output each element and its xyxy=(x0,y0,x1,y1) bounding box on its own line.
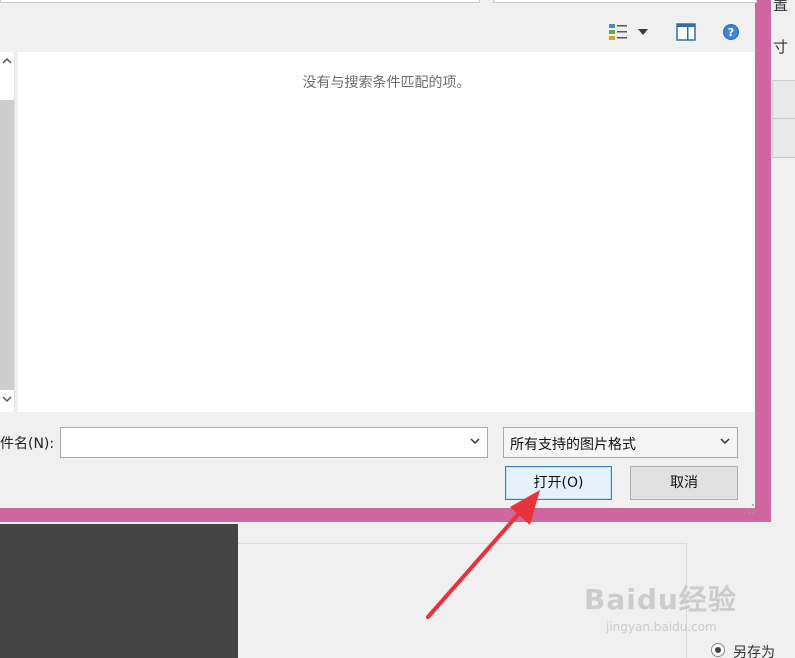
watermark-main-text: Baidu经验 xyxy=(584,583,737,616)
saveas-radio[interactable] xyxy=(711,643,725,657)
preview-pane-icon[interactable] xyxy=(675,22,697,42)
filename-label: 件名(N): xyxy=(0,436,55,452)
side-text-2: 寸 xyxy=(773,38,789,56)
cancel-button[interactable]: 取消 xyxy=(630,466,738,500)
chevron-up-icon[interactable] xyxy=(0,54,14,70)
change-view-icon[interactable] xyxy=(607,22,629,42)
open-file-dialog: ? 没有与搜索条件匹配的项。 件名(N): 所有支持的图片格式 打开(O) 取消 xyxy=(0,0,757,514)
filename-combobox[interactable] xyxy=(60,427,488,458)
side-text-1: 置 xyxy=(773,0,789,14)
screen: 置 寸 Baidu经验 jingyan.baidu.com 另存为 ? 没有与搜… xyxy=(0,0,795,658)
file-type-filter-value: 所有支持的图片格式 xyxy=(510,437,636,453)
filename-dropdown-icon[interactable] xyxy=(469,435,481,447)
empty-results-message: 没有与搜索条件匹配的项。 xyxy=(302,75,471,91)
background-divider-horizontal xyxy=(238,543,686,544)
background-right-strip: 置 寸 xyxy=(769,0,795,520)
search-box-edge[interactable] xyxy=(493,0,757,3)
view-dropdown-icon[interactable] xyxy=(636,22,650,42)
open-file-dialog-frame: ? 没有与搜索条件匹配的项。 件名(N): 所有支持的图片格式 打开(O) 取消 xyxy=(0,0,771,522)
svg-text:?: ? xyxy=(728,26,734,39)
chevron-down-icon[interactable] xyxy=(0,392,14,408)
background-dark-panel xyxy=(0,524,238,658)
navigation-scrollbar-thumb[interactable] xyxy=(0,100,14,390)
open-button[interactable]: 打开(O) xyxy=(505,466,612,500)
file-type-filter[interactable]: 所有支持的图片格式 xyxy=(503,427,738,458)
watermark-sub-text: jingyan.baidu.com xyxy=(606,620,717,634)
saveas-label: 另存为 xyxy=(733,645,775,658)
navigation-pane[interactable] xyxy=(0,52,15,412)
file-list[interactable]: 没有与搜索条件匹配的项。 xyxy=(18,52,755,412)
baidu-watermark: Baidu经验 jingyan.baidu.com xyxy=(584,578,764,638)
resize-grip-icon[interactable] xyxy=(743,503,755,515)
file-type-dropdown-icon[interactable] xyxy=(719,435,731,447)
background-side-button-2[interactable] xyxy=(772,118,795,158)
filename-input[interactable] xyxy=(61,428,468,457)
help-icon[interactable]: ? xyxy=(721,22,741,42)
background-side-button-1[interactable] xyxy=(772,80,795,120)
address-bar-edge[interactable] xyxy=(0,0,480,3)
